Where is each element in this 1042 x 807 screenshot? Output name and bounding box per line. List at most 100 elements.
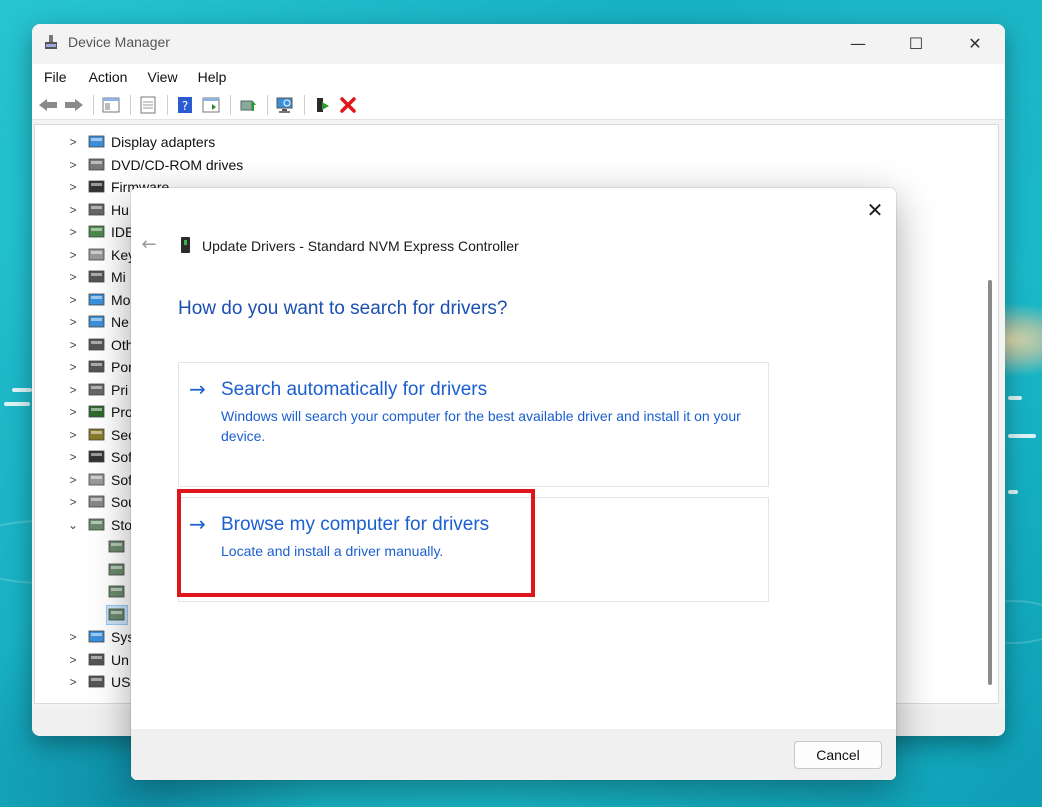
boat [1008, 434, 1036, 438]
toolbar-separator [93, 94, 94, 115]
menu-action[interactable]: Action [83, 69, 134, 85]
tree-item-label: Sof [111, 471, 133, 488]
tree-item[interactable]: > Pro [65, 401, 133, 423]
chevron-right-icon[interactable]: > [65, 293, 81, 307]
action-pane-icon[interactable] [199, 94, 223, 116]
minimize-button[interactable]: — [835, 28, 881, 58]
security-icon [87, 426, 107, 444]
ports-icon [87, 358, 107, 376]
chevron-right-icon[interactable]: > [65, 248, 81, 262]
chevron-right-icon[interactable]: > [65, 135, 81, 149]
search-automatically-option[interactable]: → Search automatically for drivers Windo… [178, 362, 769, 487]
tree-item[interactable] [101, 581, 131, 603]
usb-icon [87, 673, 107, 691]
processors-icon [87, 403, 107, 421]
tree-item-label: Display adapters [111, 134, 216, 150]
tree-item[interactable]: > Ne [65, 311, 129, 333]
toolbar-separator [267, 94, 268, 115]
tree-item[interactable] [101, 559, 131, 581]
chevron-right-icon[interactable]: > [65, 653, 81, 667]
option-description: Windows will search your computer for th… [221, 408, 741, 444]
menu-help[interactable]: Help [192, 69, 233, 85]
chevron-right-icon[interactable]: > [65, 360, 81, 374]
tree-item[interactable]: > Hu [65, 199, 129, 221]
tree-item[interactable]: > Un [65, 649, 128, 671]
tree-item-label: Mo [111, 291, 131, 308]
cancel-button[interactable]: Cancel [794, 741, 882, 769]
chevron-right-icon[interactable]: > [65, 495, 81, 509]
tree-item[interactable]: > Mo [65, 289, 130, 311]
forward-arrow-icon[interactable] [62, 94, 86, 116]
back-arrow-icon[interactable] [36, 94, 60, 116]
tree-item[interactable]: > DVD/CD-ROM drives [65, 154, 243, 176]
chevron-right-icon[interactable]: > [65, 630, 81, 644]
tree-item[interactable]: > Sec [65, 424, 135, 446]
chevron-right-icon[interactable]: > [65, 405, 81, 419]
tree-item[interactable]: > Sof [65, 446, 132, 468]
properties-icon[interactable] [136, 94, 160, 116]
ide-controller-icon [87, 223, 107, 241]
tree-item[interactable]: > Key [65, 244, 135, 266]
tree-item[interactable] [101, 536, 131, 558]
tree-item[interactable]: > Sou [65, 491, 135, 513]
chevron-right-icon[interactable]: > [65, 450, 81, 464]
chevron-right-icon[interactable]: > [65, 180, 81, 194]
tree-item[interactable]: > Pri [65, 379, 128, 401]
hid-icon [87, 201, 107, 219]
tree-item-label: Hu [111, 201, 129, 218]
help-icon[interactable]: ? [173, 94, 197, 116]
tree-item[interactable]: > Sof [65, 469, 132, 491]
boat [4, 402, 30, 406]
dialog-footer: Cancel [131, 729, 896, 780]
keyboard-icon [87, 246, 107, 264]
maximize-button[interactable]: ☐ [893, 28, 939, 58]
tree-item[interactable]: > Oth [65, 334, 133, 356]
tree-item-label: Pri [111, 381, 129, 398]
software-component-icon [87, 448, 107, 466]
show-hide-tree-icon[interactable] [99, 94, 123, 116]
display-adapter-icon [87, 133, 107, 151]
svg-text:?: ? [182, 99, 188, 113]
chevron-right-icon[interactable]: > [65, 158, 81, 172]
tree-item[interactable]: > Por [65, 356, 133, 378]
chevron-right-icon[interactable]: > [65, 225, 81, 239]
chevron-right-icon[interactable]: > [65, 270, 81, 284]
chevron-right-icon[interactable]: > [65, 383, 81, 397]
enable-device-icon[interactable] [310, 94, 334, 116]
tree-item-label: DVD/CD-ROM drives [111, 156, 244, 173]
tree-item[interactable]: > IDE [65, 221, 134, 243]
option-title: Search automatically for drivers [221, 379, 488, 400]
uninstall-device-icon[interactable] [336, 94, 360, 116]
dialog-heading: How do you want to search for drivers? [178, 298, 508, 319]
menu-file[interactable]: File [38, 69, 73, 85]
menu-view[interactable]: View [141, 69, 183, 85]
chevron-right-icon[interactable]: > [65, 203, 81, 217]
back-arrow-icon[interactable]: ← [139, 234, 159, 255]
monitor-icon [87, 291, 107, 309]
sound-icon [87, 493, 107, 511]
chevron-right-icon[interactable]: > [65, 428, 81, 442]
tree-scrollbar[interactable] [988, 280, 992, 685]
chevron-right-icon[interactable]: > [65, 473, 81, 487]
toolbar: ? [32, 90, 1005, 120]
software-device-icon [87, 471, 107, 489]
tree-item-label: Pro [111, 404, 133, 420]
tree-item[interactable] [101, 604, 131, 626]
update-driver-icon[interactable] [236, 94, 260, 116]
tree-item-label: Por [111, 359, 133, 375]
scan-hardware-icon[interactable] [273, 94, 297, 116]
chevron-down-icon[interactable]: ⌄ [65, 518, 81, 532]
chevron-right-icon[interactable]: > [65, 315, 81, 329]
tree-item-label: Ne [111, 314, 129, 330]
tree-item[interactable]: ⌄ Sto [65, 514, 132, 536]
tree-item[interactable]: > Display adapters [65, 131, 215, 153]
storage-controller-icon [87, 516, 107, 534]
close-button[interactable]: ✕ [952, 28, 998, 58]
tree-item[interactable]: > US [65, 671, 130, 693]
tree-item[interactable]: > Mi [65, 266, 125, 288]
print-queues-icon [87, 381, 107, 399]
chevron-right-icon[interactable]: > [65, 338, 81, 352]
dialog-close-button[interactable]: ✕ [863, 198, 887, 222]
chevron-right-icon[interactable]: > [65, 675, 81, 689]
tree-item[interactable]: > Sys [65, 626, 134, 648]
